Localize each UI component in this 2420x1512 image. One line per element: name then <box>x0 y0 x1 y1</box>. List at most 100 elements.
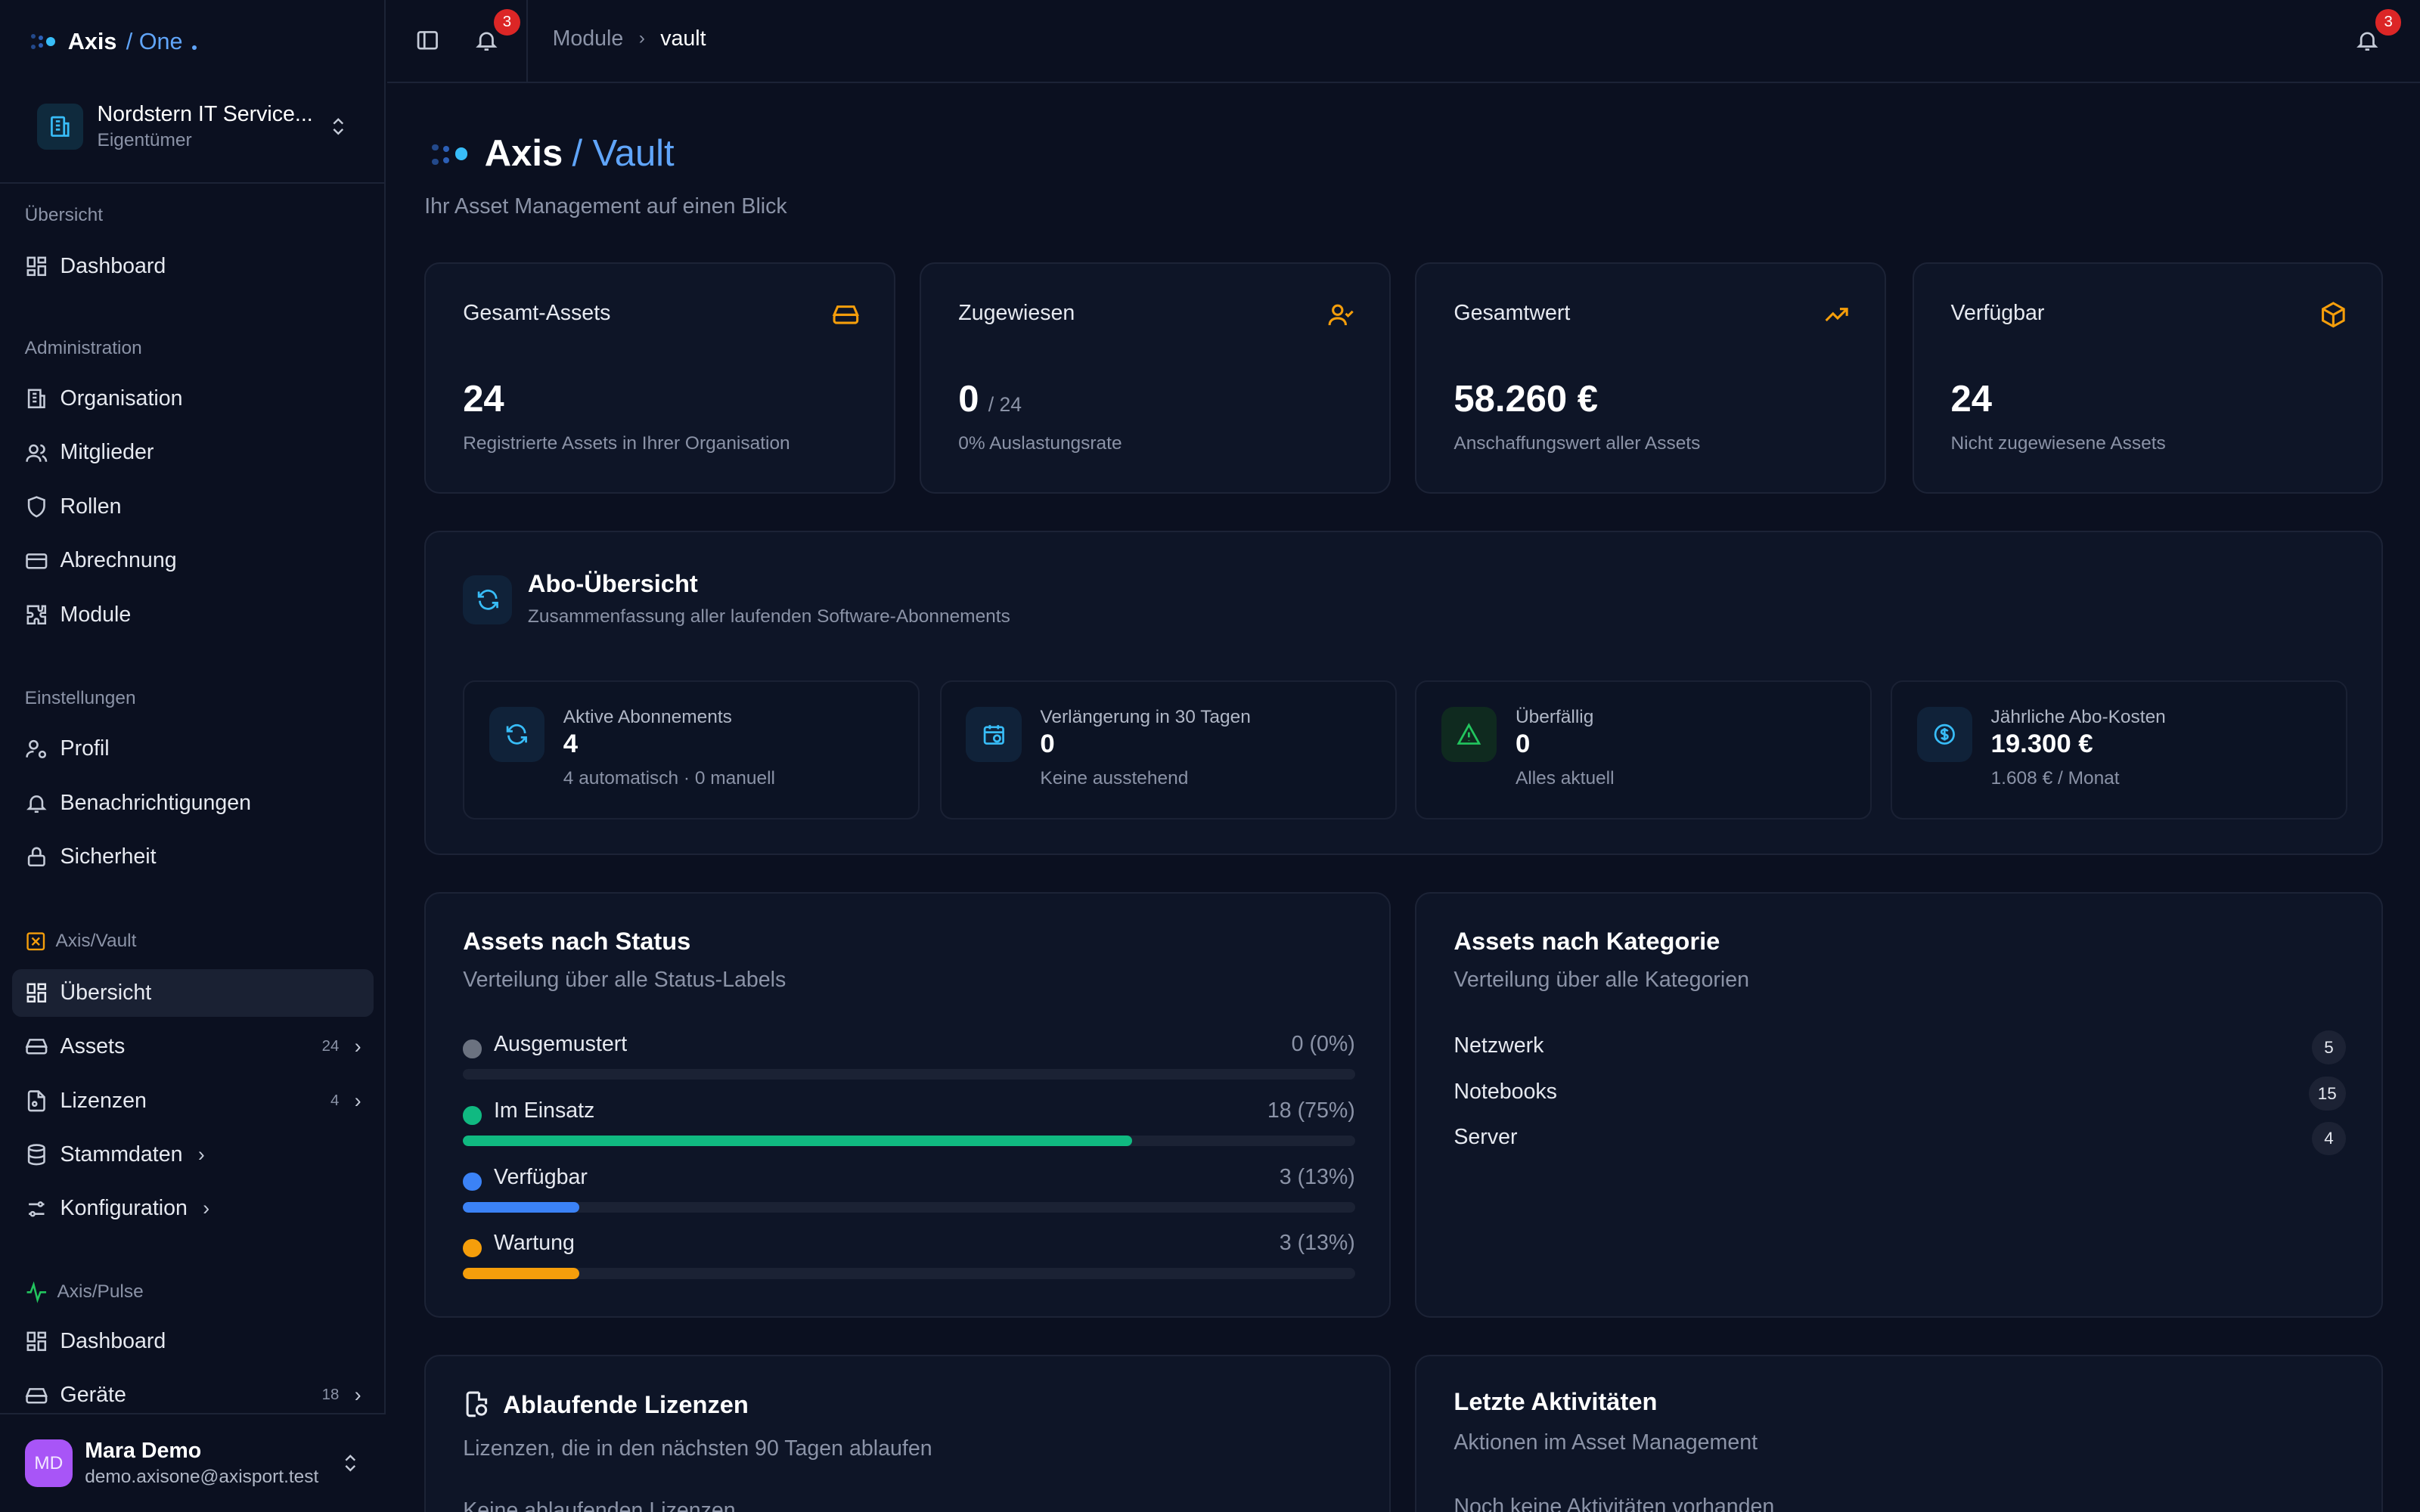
group-label-admin: Administration <box>24 337 142 358</box>
brand-logo[interactable]: Axis / One <box>30 25 197 59</box>
chevron-right-icon[interactable]: › <box>355 1089 361 1113</box>
sidebar-item-members[interactable]: Mitglieder <box>12 429 374 476</box>
sidebar-item-label: Mitglieder <box>60 440 154 465</box>
category-count-badge: 5 <box>2312 1030 2346 1065</box>
sidebar-item-master-data[interactable]: Stammdaten › <box>12 1131 374 1179</box>
sidebar-item-notifications[interactable]: Benachrichtigungen <box>12 779 374 827</box>
axis-logo-icon <box>432 140 475 168</box>
status-dot <box>463 1172 482 1191</box>
stat-card-total-assets: Gesamt-Assets 24 Registrierte Assets in … <box>424 262 895 494</box>
shield-icon <box>25 495 48 519</box>
file-clock-icon <box>466 1391 488 1418</box>
group-label-text: Axis/Pulse <box>57 1281 144 1303</box>
brand-sub: / One <box>126 28 183 54</box>
vault-module-icon <box>26 931 45 950</box>
tile-label: Überfällig <box>1515 706 1594 727</box>
chevron-right-icon[interactable]: › <box>203 1197 209 1220</box>
tile-value: 0 <box>1040 730 1055 759</box>
stat-description: Registrierte Assets in Ihrer Organisatio… <box>463 433 790 454</box>
sidebar-item-licenses[interactable]: Lizenzen 4 › <box>12 1077 374 1124</box>
tile-overdue[interactable]: Überfällig 0 Alles aktuell <box>1415 680 1872 820</box>
sidebar-item-organisation[interactable]: Organisation <box>12 375 374 423</box>
chevron-right-icon: › <box>638 28 645 49</box>
page-subtitle: Ihr Asset Management auf einen Blick <box>424 194 787 219</box>
stat-title: Zugewiesen <box>958 300 1075 325</box>
progress-fill <box>463 1201 579 1213</box>
tile-active-subscriptions[interactable]: Aktive Abonnements 4 4 automatisch · 0 m… <box>463 680 920 820</box>
notifications-button-right[interactable]: 3 <box>2349 9 2402 59</box>
sidebar-item-devices[interactable]: Geräte 18 › <box>12 1371 374 1419</box>
tile-annual-costs[interactable]: Jährliche Abo-Kosten 19.300 € 1.608 € / … <box>1890 680 2347 820</box>
category-name: Server <box>1454 1124 1518 1149</box>
status-value: 0 (0%) <box>1291 1032 1355 1057</box>
brand-name: Axis <box>67 28 117 54</box>
sidebar-item-modules[interactable]: Module <box>12 591 374 639</box>
stat-description: 0% Auslastungsrate <box>958 433 1122 454</box>
status-row[interactable]: Wartung 3 (13%) <box>463 1229 1355 1284</box>
stat-value-number: 58.260 € <box>1454 378 1598 420</box>
sidebar-item-security[interactable]: Sicherheit <box>12 833 374 881</box>
sidebar-item-label: Dashboard <box>60 1328 166 1353</box>
progress-track <box>463 1135 1355 1147</box>
sidebar-item-label: Rollen <box>60 494 122 519</box>
section-subtitle: Verteilung über alle Status-Labels <box>463 967 786 992</box>
breadcrumb-module[interactable]: Module <box>553 26 624 51</box>
status-row[interactable]: Ausgemustert 0 (0%) <box>463 1030 1355 1086</box>
sidebar-item-label: Assets <box>60 1034 126 1059</box>
hard-drive-icon <box>25 1035 48 1058</box>
chevron-right-icon[interactable]: › <box>355 1383 361 1407</box>
tile-label: Aktive Abonnements <box>563 706 732 727</box>
sidebar-item-label: Übersicht <box>60 980 152 1005</box>
status-dot <box>463 1040 482 1058</box>
avatar: MD <box>24 1439 73 1488</box>
bell-icon <box>25 792 48 815</box>
category-row-server[interactable]: Server 4 <box>1454 1121 2346 1156</box>
refresh-icon <box>489 706 545 763</box>
category-row-netzwerk[interactable]: Netzwerk 5 <box>1454 1030 2346 1065</box>
status-label: Verfügbar <box>494 1164 588 1189</box>
status-row[interactable]: Im Einsatz 18 (75%) <box>463 1097 1355 1152</box>
group-label-vault: Axis/Vault <box>25 931 136 953</box>
tile-subtext: 4 automatisch · 0 manuell <box>563 768 775 789</box>
chevron-right-icon[interactable]: › <box>198 1143 205 1167</box>
sidebar-item-assets[interactable]: Assets 24 › <box>12 1023 374 1070</box>
chevrons-up-down-icon <box>333 118 343 135</box>
section-subtitle: Aktionen im Asset Management <box>1454 1430 1758 1455</box>
sidebar-item-label: Lizenzen <box>60 1088 147 1113</box>
topbar: 3 Module › vault 3 <box>387 0 2420 84</box>
building-icon <box>25 387 48 411</box>
sidebar-item-profile[interactable]: Profil <box>12 725 374 773</box>
panel-left-icon <box>417 30 438 50</box>
sidebar-item-billing[interactable]: Abrechnung <box>12 537 374 584</box>
sidebar: Axis / One Nordstern IT Service... Eigen… <box>0 0 386 1512</box>
org-role: Eigentümer <box>97 129 192 150</box>
subscription-overview-card: Abo-Übersicht Zusammenfassung aller lauf… <box>424 531 2383 855</box>
section-title: Assets nach Kategorie <box>1454 927 1720 956</box>
sidebar-item-label: Sicherheit <box>60 844 157 869</box>
stat-value-number: 24 <box>463 378 504 420</box>
refresh-icon <box>463 575 513 625</box>
org-switcher[interactable]: Nordstern IT Service... Eigentümer <box>18 89 367 163</box>
tile-value: 4 <box>563 730 579 759</box>
section-title: Letzte Aktivitäten <box>1454 1387 1658 1415</box>
stat-description: Nicht zugewiesene Assets <box>1950 433 2166 454</box>
section-subtitle: Zusammenfassung aller laufenden Software… <box>527 606 1010 627</box>
stat-value-number: 0 <box>958 378 979 420</box>
user-menu[interactable]: MD Mara Demo demo.axisone@axisport.test <box>0 1413 386 1512</box>
status-row[interactable]: Verfügbar 3 (13%) <box>463 1163 1355 1219</box>
category-row-notebooks[interactable]: Notebooks 15 <box>1454 1077 2346 1111</box>
sidebar-item-dashboard[interactable]: Dashboard <box>12 242 374 290</box>
notifications-button[interactable]: 3 <box>467 9 520 59</box>
tile-label: Jährliche Abo-Kosten <box>1990 706 2166 727</box>
chevron-right-icon[interactable]: › <box>355 1035 361 1058</box>
sidebar-toggle-button[interactable] <box>409 22 446 59</box>
sidebar-item-vault-overview[interactable]: Übersicht <box>12 968 374 1017</box>
tile-value: 0 <box>1515 730 1531 759</box>
sidebar-item-pulse-dashboard[interactable]: Dashboard <box>12 1318 374 1365</box>
sidebar-item-label: Module <box>60 602 132 627</box>
empty-state: Noch keine Aktivitäten vorhanden <box>1454 1495 1775 1512</box>
trend-up-icon <box>1825 308 1848 321</box>
sidebar-item-configuration[interactable]: Konfiguration › <box>12 1185 374 1232</box>
sidebar-item-roles[interactable]: Rollen <box>12 483 374 531</box>
tile-renewals[interactable]: Verlängerung in 30 Tagen 0 Keine aussteh… <box>939 680 1397 820</box>
